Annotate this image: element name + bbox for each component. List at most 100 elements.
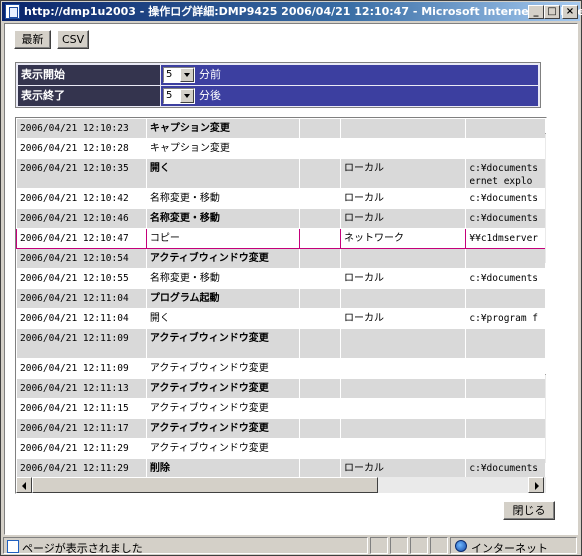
- log-path-cell-text: c:¥documents: [469, 193, 539, 204]
- log-operation-cell-text: アクティブウィンドウ変更: [149, 423, 269, 434]
- log-location-cell: [339, 378, 467, 399]
- log-time-cell-text: 2006/04/21 12:10:42: [20, 193, 129, 204]
- table-row[interactable]: 2006/04/21 12:10:55 名称変更・移動 ローカル c:¥documen…: [16, 268, 546, 289]
- log-operation-cell: アクティブウィンドウ変更: [145, 438, 300, 459]
- log-time-cell-text: 2006/04/21 12:10:47: [20, 233, 129, 244]
- table-row[interactable]: 2006/04/21 12:11:29 アクティブウィンドウ変更: [16, 438, 546, 459]
- log-operation-cell: 名称変更・移動: [145, 188, 300, 209]
- filter-row-end: 表示終了 5 分後: [18, 86, 538, 106]
- log-location-cell-text: ローカル: [343, 273, 384, 284]
- log-path-cell: [465, 418, 546, 439]
- internet-zone-icon: [455, 540, 467, 552]
- table-row[interactable]: 2006/04/21 12:10:46 名称変更・移動 ローカル c:¥documen…: [16, 208, 546, 229]
- end-unit: 分後: [199, 89, 221, 102]
- table-row[interactable]: 2006/04/21 12:11:04 開く ローカル c:¥program f: [16, 308, 546, 329]
- log-location-cell-text: ローカル: [343, 213, 384, 224]
- vertical-scrollbar[interactable]: [545, 118, 546, 479]
- end-label: 表示終了: [18, 86, 160, 106]
- dropdown-arrow-icon[interactable]: [180, 89, 194, 103]
- scroll-up-icon[interactable]: [545, 118, 546, 134]
- csv-button[interactable]: CSV: [57, 30, 89, 49]
- table-row[interactable]: 2006/04/21 12:11:15 アクティブウィンドウ変更: [16, 398, 546, 419]
- log-time-cell: 2006/04/21 12:10:35: [16, 158, 147, 189]
- log-operation-cell: キャプション変更: [145, 118, 300, 139]
- log-path-cell: [465, 118, 546, 139]
- status-pane: [370, 537, 388, 554]
- log-path-cell: [465, 398, 546, 419]
- log-operation-cell: 削除: [145, 458, 300, 479]
- horizontal-scroll-thumb[interactable]: [32, 477, 378, 493]
- table-row[interactable]: 2006/04/21 12:11:09 アクティブウィンドウ変更: [16, 328, 546, 359]
- log-time-cell: 2006/04/21 12:11:13: [16, 378, 147, 399]
- log-location-cell: ローカル: [339, 208, 467, 229]
- log-time-cell-text: 2006/04/21 12:10:55: [20, 273, 129, 284]
- log-location-cell: [339, 138, 467, 159]
- log-location-cell: [339, 118, 467, 139]
- log-time-cell: 2006/04/21 12:10:23: [16, 118, 147, 139]
- log-location-cell: ローカル: [339, 188, 467, 209]
- log-empty-cell: [298, 438, 341, 459]
- refresh-button[interactable]: 最新: [14, 30, 51, 49]
- log-empty-cell: [298, 308, 341, 329]
- log-time-cell-text: 2006/04/21 12:11:17: [20, 423, 129, 434]
- log-time-cell: 2006/04/21 12:10:42: [16, 188, 147, 209]
- log-table: 2006/04/21 12:10:23 キャプション変更 2006/04/21 12…: [16, 118, 546, 493]
- table-row[interactable]: 2006/04/21 12:11:04 プログラム起動: [16, 288, 546, 309]
- log-empty-cell: [298, 188, 341, 209]
- log-time-cell-text: 2006/04/21 12:10:23: [20, 123, 129, 134]
- end-value-cell: 5 分後: [161, 86, 538, 106]
- scroll-right-icon[interactable]: [528, 477, 544, 493]
- log-operation-cell-text: プログラム起動: [149, 293, 220, 304]
- log-time-cell: 2006/04/21 12:10:46: [16, 208, 147, 229]
- log-operation-cell: アクティブウィンドウ変更: [145, 398, 300, 419]
- scroll-left-icon[interactable]: [16, 477, 32, 493]
- dropdown-arrow-icon[interactable]: [180, 68, 194, 82]
- log-empty-cell: [298, 138, 341, 159]
- close-button[interactable]: 閉じる: [503, 501, 555, 520]
- log-empty-cell: [298, 158, 341, 189]
- minimize-button[interactable]: _: [528, 5, 544, 19]
- table-row[interactable]: 2006/04/21 12:11:09 アクティブウィンドウ変更: [16, 358, 546, 379]
- log-time-cell-text: 2006/04/21 12:11:09: [20, 333, 129, 344]
- maximize-button[interactable]: □: [544, 5, 560, 19]
- operation-log-grid: 2006/04/21 12:10:23 キャプション変更 2006/04/21 12…: [15, 117, 547, 494]
- log-time-cell-text: 2006/04/21 12:10:54: [20, 253, 129, 264]
- log-path-cell-text: ¥¥c1dmserver: [469, 233, 539, 244]
- log-time-cell: 2006/04/21 12:11:17: [16, 418, 147, 439]
- table-row[interactable]: 2006/04/21 12:11:13 アクティブウィンドウ変更: [16, 378, 546, 399]
- log-empty-cell: [298, 398, 341, 419]
- close-window-button[interactable]: ×: [562, 5, 578, 19]
- table-row[interactable]: 2006/04/21 12:10:35 開く ローカル c:¥documents ern…: [16, 158, 546, 189]
- log-time-cell-text: 2006/04/21 12:11:04: [20, 293, 129, 304]
- end-minutes-select[interactable]: 5: [163, 88, 195, 104]
- log-path-cell-text: c:¥documents: [469, 213, 539, 224]
- log-operation-cell: アクティブウィンドウ変更: [145, 248, 300, 269]
- start-minutes-select[interactable]: 5: [163, 67, 195, 83]
- log-time-cell: 2006/04/21 12:11:29: [16, 438, 147, 459]
- log-operation-cell-text: 削除: [149, 463, 170, 474]
- log-location-cell: ネットワーク: [339, 228, 467, 249]
- browser-window: http://dmp1u2003 - 操作ログ詳細:DMP9425 2006/0…: [0, 0, 582, 556]
- table-row[interactable]: 2006/04/21 12:11:17 アクティブウィンドウ変更: [16, 418, 546, 439]
- table-row[interactable]: 2006/04/21 12:10:54 アクティブウィンドウ変更: [16, 248, 546, 269]
- status-pane: [410, 537, 428, 554]
- table-row[interactable]: 2006/04/21 12:10:28 キャプション変更: [16, 138, 546, 159]
- table-row[interactable]: 2006/04/21 12:10:42 名称変更・移動 ローカル c:¥documen…: [16, 188, 546, 209]
- log-empty-cell: [298, 378, 341, 399]
- log-time-cell: 2006/04/21 12:11:09: [16, 358, 147, 379]
- zone-text: インターネット: [471, 542, 548, 555]
- log-time-cell: 2006/04/21 12:10:55: [16, 268, 147, 289]
- table-row-selected[interactable]: 2006/04/21 12:10:47 コピー ネットワーク ¥¥c1dmserver: [16, 228, 546, 249]
- table-row[interactable]: 2006/04/21 12:10:23 キャプション変更: [16, 118, 546, 139]
- log-operation-cell-text: アクティブウィンドウ変更: [149, 443, 269, 454]
- table-row[interactable]: 2006/04/21 12:11:29 削除 ローカル c:¥documents: [16, 458, 546, 479]
- log-path-cell: c:¥documents ernet explo: [465, 158, 546, 189]
- log-operation-cell: 名称変更・移動: [145, 268, 300, 289]
- horizontal-scrollbar[interactable]: [16, 477, 546, 493]
- log-operation-cell-text: アクティブウィンドウ変更: [149, 383, 269, 394]
- end-minutes-value: 5: [166, 90, 173, 101]
- log-path-cell-text: c:¥program f: [469, 313, 539, 324]
- ie-page-icon: [5, 4, 20, 19]
- vertical-scroll-thumb[interactable]: [545, 263, 546, 375]
- log-operation-cell: 開く: [145, 158, 300, 189]
